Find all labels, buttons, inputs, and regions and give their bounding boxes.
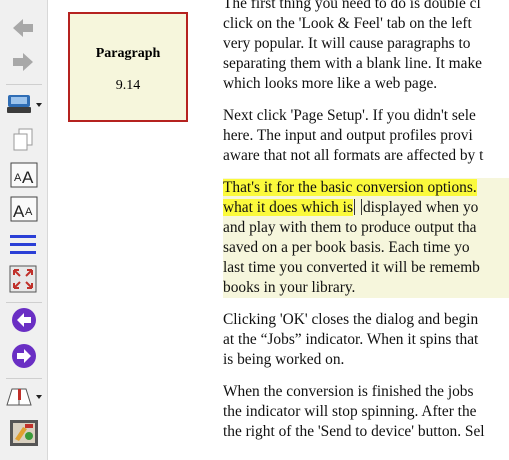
previous-page-button[interactable] (9, 306, 39, 334)
book-page-view: Paragraph 9.14 The first thing you need … (48, 0, 509, 460)
text-line: the right of the 'Send to device' button… (223, 423, 485, 440)
text-line: separating them with a blank line. It ma… (223, 55, 482, 72)
table-of-contents-icon (10, 235, 36, 254)
text-line: at the “Jobs” indicator. When it spins t… (223, 331, 479, 348)
paragraph: Clicking 'OK' closes the dialog and begi… (223, 310, 509, 370)
next-page-button[interactable] (9, 342, 39, 370)
copy-icon (13, 128, 33, 151)
print-icon (7, 95, 42, 113)
back-arrow-icon (13, 19, 33, 37)
text-line: and play with them to produce output tha (223, 219, 477, 236)
text-line: saved on a per book basis. Each time yo (223, 239, 470, 256)
bookmark-button[interactable] (4, 384, 44, 410)
highlighted-paragraph[interactable]: That's it for the basic conversion optio… (223, 178, 509, 298)
text-line: Clicking 'OK' closes the dialog and begi… (223, 311, 479, 328)
back-button[interactable] (8, 14, 38, 42)
fullscreen-button[interactable] (8, 264, 38, 294)
preferences-button[interactable] (8, 418, 40, 448)
highlight-text[interactable]: That's it for the basic conversion optio… (223, 179, 477, 196)
previous-page-icon (12, 308, 36, 332)
bookmark-icon (6, 388, 42, 406)
reference-panel-value: 9.14 (115, 78, 141, 93)
table-of-contents-button[interactable] (8, 230, 38, 258)
text-line: which looks more like a web page. (223, 75, 438, 92)
fullscreen-icon (9, 265, 37, 293)
font-smaller-icon: A A (10, 196, 38, 222)
text-line: here. The input and output profiles prov… (223, 127, 473, 144)
paragraph: Next click 'Page Setup'. If you didn't s… (223, 106, 509, 166)
text-line: is being worked on. (223, 351, 345, 368)
svg-text:A: A (14, 172, 22, 184)
text-line: the indicator will stop spinning. After … (223, 403, 477, 420)
font-larger-button[interactable]: A A (9, 162, 39, 188)
svg-text:A: A (25, 206, 33, 218)
svg-text:A: A (13, 202, 25, 221)
reference-panel-title: Paragraph (95, 46, 161, 61)
text-line: Next click 'Page Setup'. If you didn't s… (223, 107, 476, 124)
reference-panel: Paragraph 9.14 (68, 12, 188, 122)
svg-text:A: A (22, 168, 34, 187)
text-line: very popular. It will cause paragraphs t… (223, 35, 471, 52)
text-line: displayed when yo (362, 199, 479, 216)
next-page-icon (12, 344, 36, 368)
paragraph: The first thing you need to do is double… (223, 0, 509, 94)
viewer-toolbar: A A A A (0, 0, 48, 460)
highlight-text[interactable]: what it does which is (223, 199, 353, 216)
font-smaller-button[interactable]: A A (9, 196, 39, 222)
forward-button[interactable] (8, 48, 38, 76)
print-button[interactable] (4, 90, 44, 118)
text-line: When the conversion is finished the jobs (223, 383, 474, 400)
copy-button[interactable] (8, 126, 38, 154)
text-line: books in your library. (223, 279, 356, 296)
text-line: The first thing you need to do is double… (223, 0, 481, 12)
preferences-icon (10, 420, 38, 446)
book-text: The first thing you need to do is double… (223, 0, 509, 454)
text-line: click on the 'Look & Feel' tab on the le… (223, 15, 472, 32)
text-line: aware that not all formats are affected … (223, 147, 484, 164)
font-larger-icon: A A (10, 162, 38, 188)
forward-arrow-icon (13, 53, 33, 71)
text-line: last time you converted it will be remem… (223, 259, 480, 276)
paragraph: When the conversion is finished the jobs… (223, 382, 509, 442)
text-cursor (353, 199, 362, 215)
